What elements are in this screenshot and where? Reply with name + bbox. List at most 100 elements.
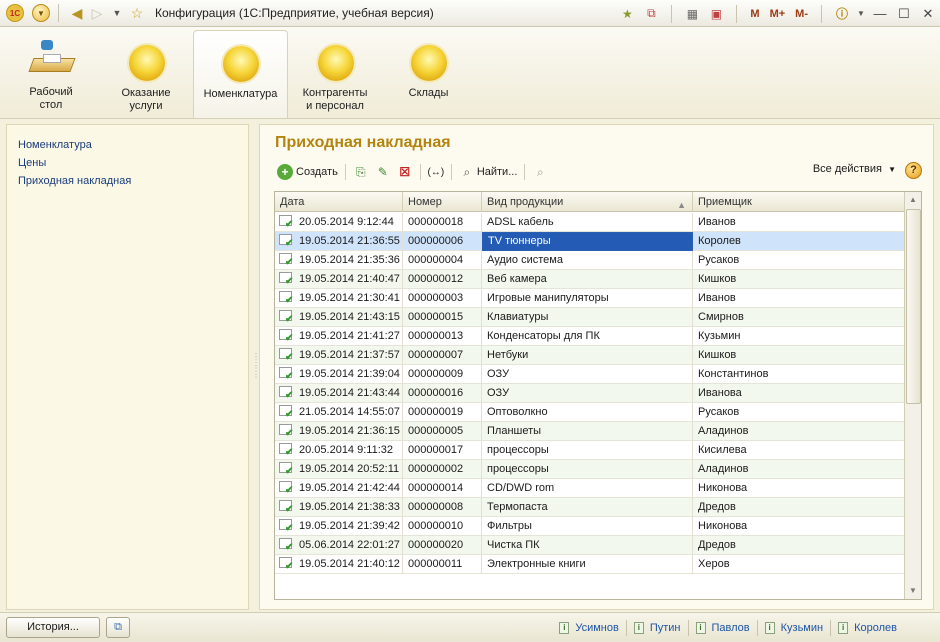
cell-receiver[interactable]: Никонова	[693, 517, 905, 536]
cell-date[interactable]: ✔ 19.05.2014 21:30:41	[275, 289, 403, 308]
table-row[interactable]: ✔ 19.05.2014 21:43:15 000000015 Клавиатуры С…	[275, 308, 905, 327]
history-link[interactable]: i Путин	[625, 620, 688, 636]
table-row[interactable]: ✔ 19.05.2014 21:36:15 000000005 Планшеты Ала…	[275, 422, 905, 441]
cell-product-type[interactable]: Клавиатуры	[482, 308, 693, 327]
info-icon[interactable]: ⓘ	[832, 5, 852, 23]
cell-number[interactable]: 000000014	[403, 479, 482, 498]
cell-product-type[interactable]: Нетбуки	[482, 346, 693, 365]
cell-product-type[interactable]: Чистка ПК	[482, 536, 693, 555]
cell-number[interactable]: 000000017	[403, 441, 482, 460]
history-button[interactable]: История...	[6, 617, 100, 638]
cell-number[interactable]: 000000009	[403, 365, 482, 384]
cell-product-type[interactable]: Игровые манипуляторы	[482, 289, 693, 308]
cell-date[interactable]: ✔ 19.05.2014 21:43:15	[275, 308, 403, 327]
nav-item-receipt-invoice[interactable]: Приходная накладная	[18, 172, 248, 190]
help-icon[interactable]: ?	[905, 162, 922, 179]
cancel-search-button[interactable]: ⌕	[529, 162, 551, 182]
calculator-icon[interactable]: ▦	[682, 5, 702, 23]
table-row[interactable]: ✔ 19.05.2014 21:30:41 000000003 Игровые ман…	[275, 289, 905, 308]
delete-mark-button[interactable]: ☒	[394, 162, 416, 182]
cell-product-type[interactable]: Фильтры	[482, 517, 693, 536]
cell-date[interactable]: ✔ 20.05.2014 9:11:32	[275, 441, 403, 460]
table-row[interactable]: ✔ 20.05.2014 9:11:32 000000017 процессоры Ки…	[275, 441, 905, 460]
cell-receiver[interactable]: Иванова	[693, 384, 905, 403]
cell-product-type[interactable]: Планшеты	[482, 422, 693, 441]
cell-receiver[interactable]: Кишков	[693, 270, 905, 289]
column-header-date[interactable]: Дата	[275, 192, 403, 212]
section-contractors[interactable]: Контрагенты и персонал	[288, 30, 383, 118]
history-link[interactable]: i Кузьмин	[756, 620, 830, 636]
cell-receiver[interactable]: Дредов	[693, 498, 905, 517]
cell-product-type[interactable]: CD/DWD rom	[482, 479, 693, 498]
cell-number[interactable]: 000000015	[403, 308, 482, 327]
vertical-scrollbar[interactable]: ▲ ▼	[904, 192, 921, 599]
table-row[interactable]: ✔ 19.05.2014 21:38:33 000000008 Термопаста Д…	[275, 498, 905, 517]
cell-receiver[interactable]: Иванов	[693, 213, 905, 232]
section-desktop[interactable]: Рабочий стол	[4, 30, 99, 118]
memory-subtract-button[interactable]: M-	[795, 8, 808, 20]
add-favorite-star-icon[interactable]: ★	[617, 5, 637, 23]
cell-product-type[interactable]: Электронные книги	[482, 555, 693, 574]
cell-number[interactable]: 000000018	[403, 213, 482, 232]
history-link[interactable]: i Королев	[830, 620, 904, 636]
cell-receiver[interactable]: Кузьмин	[693, 327, 905, 346]
cell-date[interactable]: ✔ 19.05.2014 21:36:55	[275, 232, 403, 251]
cell-number[interactable]: 000000008	[403, 498, 482, 517]
cell-date[interactable]: ✔ 19.05.2014 21:36:15	[275, 422, 403, 441]
section-services[interactable]: Оказание услуги	[99, 30, 194, 118]
table-row[interactable]: ✔ 19.05.2014 21:36:55 000000006 TV тюннеры К…	[275, 232, 905, 251]
table-row[interactable]: ✔ 19.05.2014 21:41:27 000000013 Конденсатор…	[275, 327, 905, 346]
table-row[interactable]: ✔ 20.05.2014 9:12:44 000000018 ADSL кабель И…	[275, 213, 905, 232]
forward-arrow-icon[interactable]: ▷	[87, 3, 107, 23]
cell-date[interactable]: ✔ 19.05.2014 21:40:12	[275, 555, 403, 574]
cell-date[interactable]: ✔ 19.05.2014 21:35:36	[275, 251, 403, 270]
table-row[interactable]: ✔ 19.05.2014 21:39:04 000000009 ОЗУ Констант…	[275, 365, 905, 384]
cell-number[interactable]: 000000011	[403, 555, 482, 574]
cell-receiver[interactable]: Кисилева	[693, 441, 905, 460]
cell-date[interactable]: ✔ 05.06.2014 22:01:27	[275, 536, 403, 555]
table-row[interactable]: ✔ 19.05.2014 21:39:42 000000010 Фильтры Нико…	[275, 517, 905, 536]
history-link[interactable]: i Усимнов	[552, 620, 626, 636]
copy-button[interactable]: ⎘	[350, 162, 372, 182]
table-row[interactable]: ✔ 19.05.2014 21:42:44 000000014 CD/DWD rom Н…	[275, 479, 905, 498]
cell-date[interactable]: ✔ 19.05.2014 21:40:47	[275, 270, 403, 289]
cell-receiver[interactable]: Константинов	[693, 365, 905, 384]
calendar-icon[interactable]: ▣	[706, 5, 726, 23]
memory-add-button[interactable]: M+	[770, 8, 786, 20]
scroll-down-arrow-icon[interactable]: ▼	[905, 583, 921, 599]
cell-date[interactable]: ✔ 21.05.2014 14:55:07	[275, 403, 403, 422]
memory-store-button[interactable]: M	[750, 8, 759, 20]
cell-receiver[interactable]: Смирнов	[693, 308, 905, 327]
cell-receiver[interactable]: Аладинов	[693, 460, 905, 479]
cell-number[interactable]: 000000016	[403, 384, 482, 403]
cell-number[interactable]: 000000005	[403, 422, 482, 441]
minimize-button[interactable]: —	[868, 6, 892, 21]
column-header-number[interactable]: Номер	[403, 192, 482, 212]
cell-product-type[interactable]: Аудио система	[482, 251, 693, 270]
scroll-up-arrow-icon[interactable]: ▲	[905, 192, 921, 208]
cell-product-type[interactable]: Термопаста	[482, 498, 693, 517]
column-header-product-type[interactable]: Вид продукции ▲	[482, 192, 693, 212]
cell-receiver[interactable]: Херов	[693, 555, 905, 574]
cell-date[interactable]: ✔ 20.05.2014 9:12:44	[275, 213, 403, 232]
edit-button[interactable]: ✎	[372, 162, 394, 182]
cell-number[interactable]: 000000002	[403, 460, 482, 479]
cell-date[interactable]: ✔ 19.05.2014 21:39:04	[275, 365, 403, 384]
history-link[interactable]: i Павлов	[687, 620, 757, 636]
cell-receiver[interactable]: Русаков	[693, 403, 905, 422]
cell-product-type[interactable]: процессоры	[482, 441, 693, 460]
cell-receiver[interactable]: Дредов	[693, 536, 905, 555]
info-dropdown-icon[interactable]: ▼	[856, 5, 866, 23]
table-row[interactable]: ✔ 19.05.2014 21:40:12 000000011 Электронные…	[275, 555, 905, 574]
create-button[interactable]: + Создать	[274, 162, 341, 182]
find-button[interactable]: ⌕ Найти...	[456, 162, 521, 182]
cell-date[interactable]: ✔ 19.05.2014 21:43:44	[275, 384, 403, 403]
cell-receiver[interactable]: Кишков	[693, 346, 905, 365]
cell-product-type[interactable]: Веб камера	[482, 270, 693, 289]
history-dropdown-icon[interactable]: ▼	[107, 3, 127, 23]
nav-item-prices[interactable]: Цены	[18, 154, 248, 172]
maximize-button[interactable]: ☐	[892, 6, 916, 22]
cell-product-type[interactable]: Оптоволкно	[482, 403, 693, 422]
cell-date[interactable]: ✔ 19.05.2014 21:41:27	[275, 327, 403, 346]
section-warehouses[interactable]: Склады	[381, 30, 476, 118]
